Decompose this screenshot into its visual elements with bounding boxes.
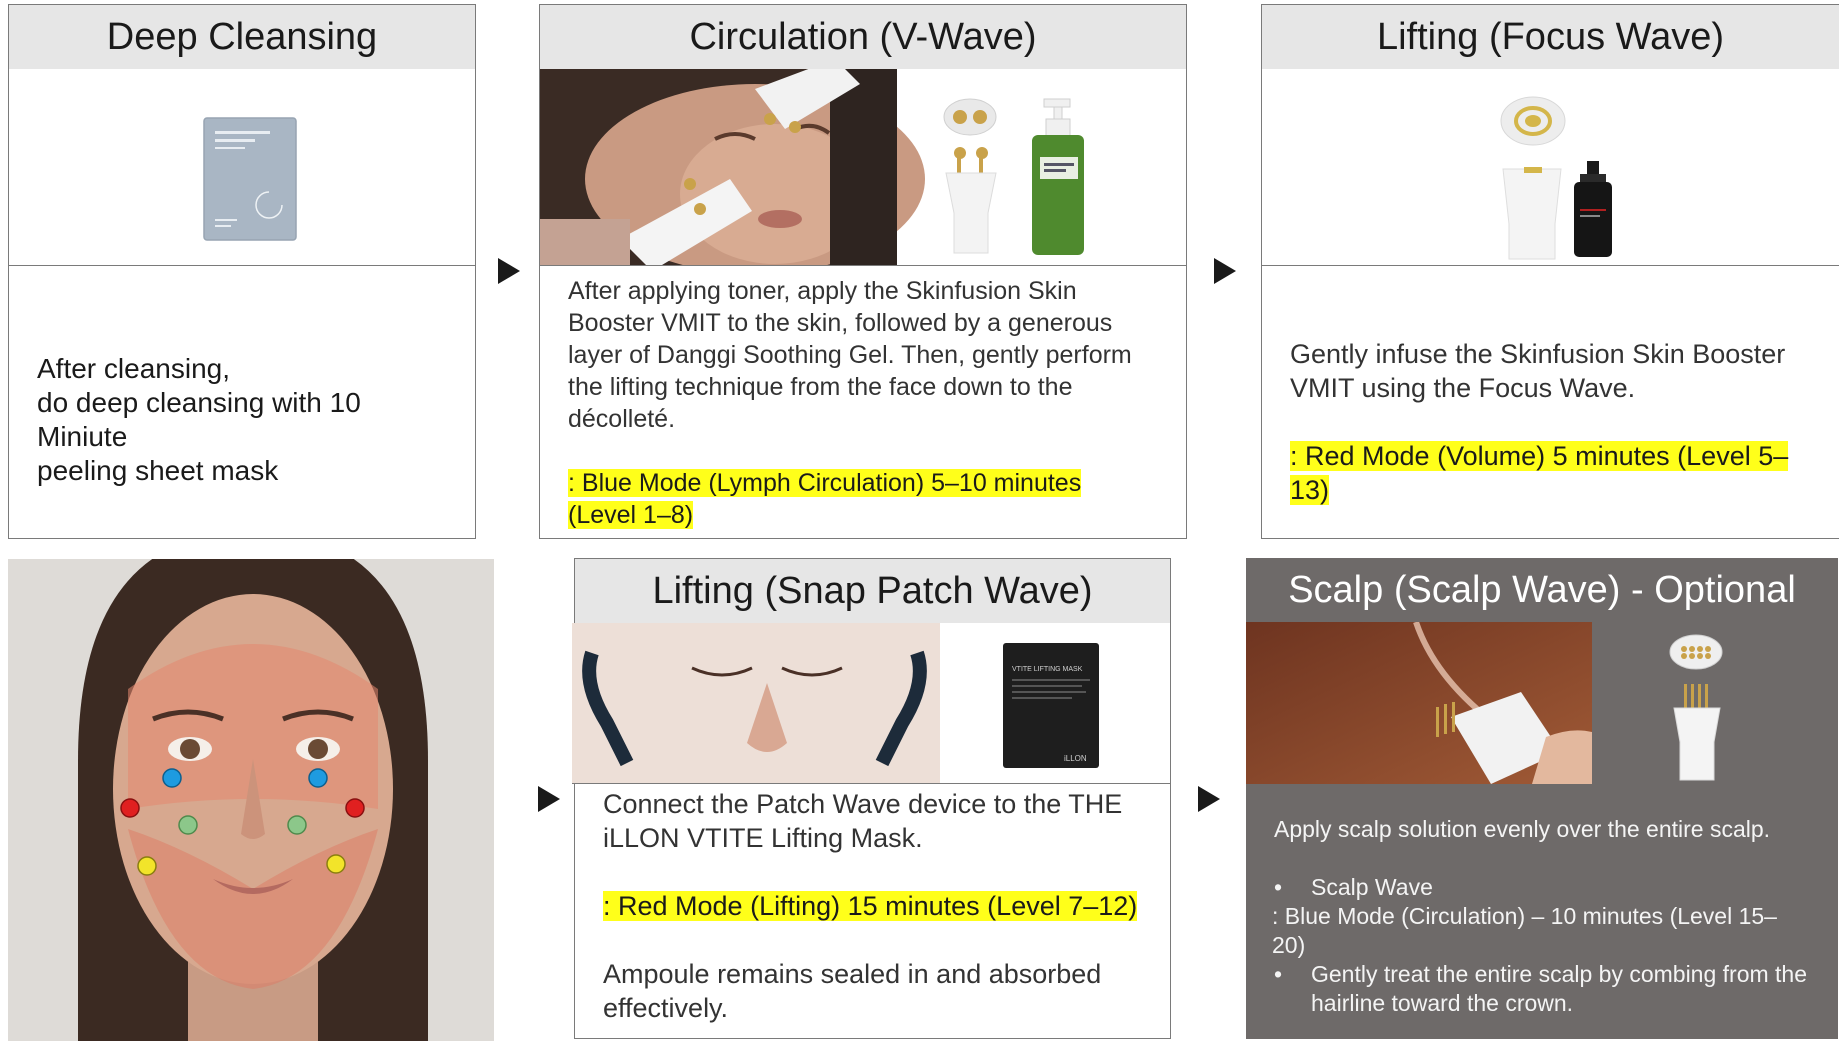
bullet-item: • Scalp Wave — [1274, 874, 1433, 900]
lifting-mask-on-face-photo — [572, 623, 940, 783]
lifting-mask-package-photo: VTITE LIFTING MASK iLLON — [1003, 643, 1099, 768]
description-text: Gently infuse the Skinfusion Skin Booste… — [1290, 339, 1786, 403]
step-title: Deep Cleansing — [9, 5, 475, 70]
step-title: Lifting (Focus Wave) — [1262, 5, 1839, 70]
step-lifting-snap-card: Lifting (Snap Patch Wave) VTITE LIFTING … — [572, 558, 1171, 1039]
next-step-arrow — [538, 786, 560, 812]
step-deep-cleansing-card: Deep Cleansing After cleansing, do deep … — [8, 4, 476, 539]
treatment-point-green — [287, 815, 307, 835]
treatment-image-area — [1246, 622, 1838, 784]
mode-setting-highlight: : Red Mode (Lifting) 15 minutes (Level 7… — [603, 891, 1138, 921]
bullet-item: • Gently treat the entire scalp by combi… — [1274, 960, 1810, 1018]
treatment-point-red — [120, 798, 140, 818]
description-note: Ampoule remains sealed in and absorbed e… — [603, 959, 1102, 1023]
treatment-image-area: VTITE LIFTING MASK iLLON — [572, 623, 1170, 784]
next-step-arrow — [498, 258, 520, 284]
step-title: Lifting (Snap Patch Wave) — [575, 559, 1170, 624]
mask-package-label: VTITE LIFTING MASK — [1012, 666, 1083, 673]
mode-setting-text: : Blue Mode (Circulation) – 10 minutes (… — [1272, 903, 1777, 958]
focus-wave-device-and-ampoule-photo — [1500, 96, 1612, 260]
bullet-text: Gently treat the entire scalp by combing… — [1311, 961, 1808, 1016]
scalp-wave-device-photo — [1669, 634, 1723, 781]
scalp-treatment-photo — [1246, 622, 1592, 784]
step-scalp-card: Scalp (Scalp Wave) - Optional Apply scal… — [1246, 558, 1838, 1039]
step-title: Circulation (V-Wave) — [540, 5, 1186, 70]
description-text: Connect the Patch Wave device to the THE… — [603, 789, 1123, 853]
step-description: Apply scalp solution evenly over the ent… — [1246, 784, 1838, 1039]
treatment-point-yellow — [137, 856, 157, 876]
v-wave-device-and-gel-photo — [943, 98, 1084, 255]
description-text: After applying toner, apply the Skinfusi… — [568, 277, 1132, 433]
treatment-point-blue — [308, 768, 328, 788]
step-description: After applying toner, apply the Skinfusi… — [540, 265, 1186, 538]
mode-setting-highlight: : Red Mode (Volume) 5 minutes (Level 5–1… — [1290, 441, 1789, 505]
step-lifting-focus-card: Lifting (Focus Wave) Gently infuse the S… — [1261, 4, 1839, 539]
bullet-text: Scalp Wave — [1311, 874, 1433, 900]
mode-setting-highlight: : Blue Mode (Lymph Circulation) 5–10 min… — [568, 469, 1082, 497]
product-image-area — [1262, 69, 1839, 266]
step-description: After cleansing, do deep cleansing with … — [9, 265, 475, 538]
step-description: Gently infuse the Skinfusion Skin Booste… — [1262, 265, 1839, 538]
description-line: peeling sheet mask — [37, 455, 279, 486]
treatment-point-red — [345, 798, 365, 818]
treatment-point-yellow — [326, 854, 346, 874]
mask-brand-label: iLLON — [1064, 754, 1087, 763]
step-circulation-card: Circulation (V-Wave) After applying tone… — [539, 4, 1187, 539]
treatment-image-area — [540, 69, 1186, 266]
next-step-arrow — [1214, 258, 1236, 284]
level-setting-highlight: (Level 1–8) — [568, 501, 694, 529]
product-image-area — [9, 69, 475, 266]
face-muscle-points-diagram — [8, 559, 494, 1041]
next-step-arrow — [1198, 786, 1220, 812]
treatment-point-blue — [162, 768, 182, 788]
peeling-sheet-mask-packet — [203, 117, 297, 241]
step-description: Connect the Patch Wave device to the THE… — [575, 783, 1170, 1038]
treatment-point-green — [178, 815, 198, 835]
description-line: do deep cleansing with 10 Miniute — [37, 387, 361, 452]
description-line: After cleansing, — [37, 353, 230, 384]
description-text: Apply scalp solution evenly over the ent… — [1274, 816, 1771, 842]
step-title: Scalp (Scalp Wave) - Optional — [1246, 558, 1838, 622]
